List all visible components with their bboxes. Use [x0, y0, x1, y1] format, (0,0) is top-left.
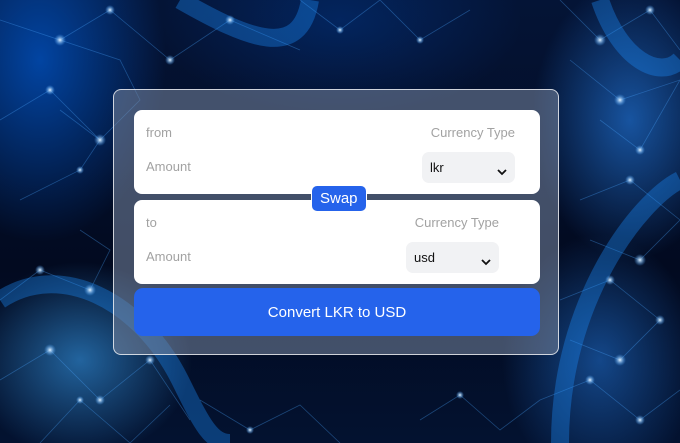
chevron-down-icon [481, 254, 491, 266]
chevron-down-icon [497, 164, 507, 176]
to-currency-value: usd [414, 250, 435, 265]
swap-button[interactable]: Swap [311, 185, 367, 212]
to-currency-type-label: Currency Type [414, 215, 499, 230]
from-currency-type-label: Currency Type [430, 125, 515, 140]
to-currency-select[interactable]: usd [406, 242, 499, 273]
from-currency-select[interactable]: lkr [422, 152, 515, 183]
from-amount-input[interactable]: Amount [146, 159, 191, 174]
to-label: to [146, 215, 157, 230]
from-label: from [146, 125, 172, 140]
from-currency-value: lkr [430, 160, 444, 175]
to-panel: to Currency Type Amount usd [134, 200, 540, 284]
convert-button[interactable]: Convert LKR to USD [134, 288, 540, 336]
converter-card: from Currency Type Amount lkr Swap to Cu… [113, 89, 559, 355]
from-panel: from Currency Type Amount lkr [134, 110, 540, 194]
to-amount-input[interactable]: Amount [146, 249, 191, 264]
